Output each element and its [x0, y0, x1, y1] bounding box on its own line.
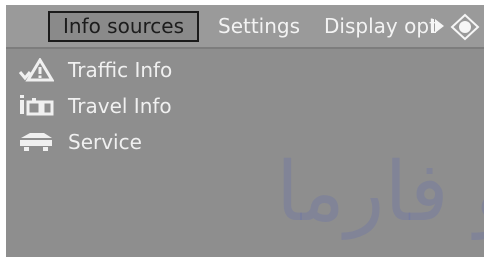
- car-nav-screen: Info sources Settings Display options Tr…: [6, 5, 484, 257]
- menu-item-label: Travel Info: [68, 94, 172, 118]
- play-arrow-icon[interactable]: [435, 19, 444, 33]
- watermark-text: و فارما: [276, 145, 484, 240]
- travel-info-icon: [20, 95, 54, 116]
- menu-item-label: Service: [68, 130, 142, 154]
- traffic-warning-icon: [18, 58, 54, 82]
- tab-info-sources[interactable]: Info sources: [48, 11, 199, 42]
- tab-settings[interactable]: Settings: [218, 11, 300, 42]
- menu-item-traffic-info[interactable]: Traffic Info: [18, 55, 278, 85]
- scroll-right-bar: [431, 19, 434, 33]
- service-car-icon: [20, 133, 52, 151]
- tab-display-options[interactable]: Display options: [324, 11, 436, 42]
- menu-item-travel-info[interactable]: Travel Info: [18, 91, 278, 121]
- menu-item-service[interactable]: Service: [18, 127, 278, 157]
- tab-bar: Info sources Settings Display options: [6, 5, 484, 49]
- navigation-diamond-icon[interactable]: [450, 13, 480, 41]
- menu-item-label: Traffic Info: [68, 58, 173, 82]
